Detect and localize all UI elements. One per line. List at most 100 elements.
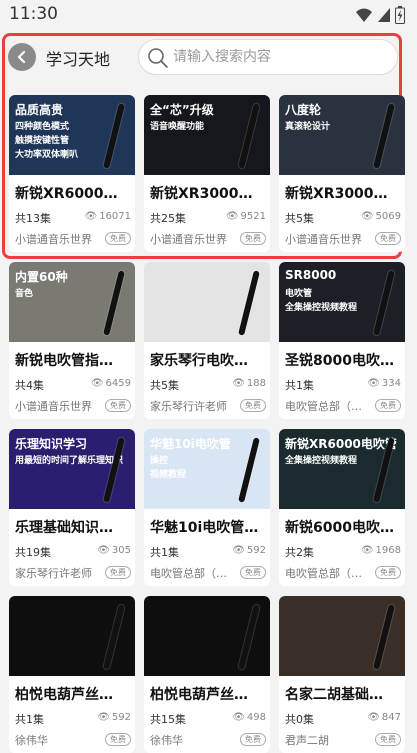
thumbnail-subtext: 电吹管 xyxy=(285,289,313,299)
view-count-value: 9521 xyxy=(240,211,266,222)
course-author: 君声二胡 xyxy=(285,734,329,747)
view-count: 👁 334 xyxy=(367,378,401,389)
course-title: 新锐电吹管指… xyxy=(15,353,113,369)
eye-icon: 👁 xyxy=(225,211,239,222)
thumbnail-headline: 新锐XR6000电吹管 xyxy=(285,437,397,451)
back-button[interactable] xyxy=(8,43,36,71)
view-count-value: 188 xyxy=(246,378,266,389)
course-card[interactable]: 品质高贵 四种颜色模式 触摸按键性管 大功率双体喇叭 新锐XR6000音… 共13集 … xyxy=(9,95,135,252)
view-count: 👁 188 xyxy=(232,378,266,389)
thumbnail-subtext: 四种颜色模式 xyxy=(15,122,70,132)
instrument-graphic xyxy=(238,437,260,503)
eye-icon: 👁 xyxy=(360,545,374,556)
view-count: 👁 16071 xyxy=(84,211,131,222)
view-count-value: 6459 xyxy=(105,378,131,389)
course-title: 圣锐8000电吹… xyxy=(285,353,394,369)
eye-icon: 👁 xyxy=(97,545,110,556)
page-title: 学习天地 xyxy=(46,50,111,69)
instrument-graphic xyxy=(373,103,395,169)
thumbnail-subtext: 真滚轮设计 xyxy=(285,122,331,132)
view-count-value: 305 xyxy=(111,545,131,556)
view-count-value: 16071 xyxy=(99,211,131,222)
instrument-graphic xyxy=(238,604,260,670)
chevron-left-icon xyxy=(17,50,26,64)
course-grid: 品质高贵 四种颜色模式 触摸按键性管 大功率双体喇叭 新锐XR6000音… 共13集 … xyxy=(9,95,407,753)
episode-count: 共1集 xyxy=(150,546,179,559)
free-badge: 免费 xyxy=(105,566,131,579)
free-badge: 免费 xyxy=(240,566,266,579)
search-input[interactable] xyxy=(173,46,383,68)
course-card[interactable]: SR8000 电吹管 全集操控视频教程 圣锐8000电吹… 共1集 👁 334 电吹管… xyxy=(279,262,405,419)
free-badge: 免费 xyxy=(240,232,266,245)
free-badge: 免费 xyxy=(105,399,131,412)
course-thumbnail: SR8000 电吹管 全集操控视频教程 xyxy=(279,262,405,342)
course-card[interactable]: 华魅10i电吹管 操控 视频教程 华魅10i电吹管… 共1集 👁 592 电吹管总部（… xyxy=(144,429,270,586)
thumbnail-subtext: 视频教程 xyxy=(150,470,187,480)
eye-icon: 👁 xyxy=(360,211,374,222)
episode-count: 共19集 xyxy=(15,546,51,559)
thumbnail-subtext: 音色 xyxy=(15,289,34,299)
course-title: 家乐琴行电吹… xyxy=(150,353,248,369)
course-title: 柏悦电葫芦丝… xyxy=(15,687,113,703)
course-author: 徐伟华 xyxy=(15,734,48,747)
view-count-value: 592 xyxy=(111,712,131,723)
free-badge: 免费 xyxy=(375,566,401,579)
status-bar: 11:30 xyxy=(0,0,417,30)
view-count-value: 498 xyxy=(246,712,266,723)
course-title: 名家二胡基础… xyxy=(285,687,383,703)
view-count: 👁 5069 xyxy=(361,211,401,222)
free-badge: 免费 xyxy=(375,733,401,746)
eye-icon: 👁 xyxy=(97,712,110,723)
course-author: 电吹管总部（… xyxy=(285,400,362,413)
instrument-graphic xyxy=(238,270,260,336)
view-count: 👁 9521 xyxy=(226,211,266,222)
view-count: 👁 498 xyxy=(232,712,266,723)
free-badge: 免费 xyxy=(105,733,131,746)
episode-count: 共1集 xyxy=(15,713,44,726)
thumbnail-headline: SR8000 xyxy=(285,268,337,282)
episode-count: 共15集 xyxy=(150,713,186,726)
thumbnail-headline: 品质高贵 xyxy=(15,103,64,117)
course-thumbnail xyxy=(9,596,135,676)
course-author: 电吹管总部（… xyxy=(150,567,227,580)
eye-icon: 👁 xyxy=(232,712,245,723)
thumbnail-subtext: 大功率双体喇叭 xyxy=(15,150,79,160)
course-title: 新锐XR3000功… xyxy=(150,186,266,202)
view-count: 👁 592 xyxy=(97,712,131,723)
episode-count: 共5集 xyxy=(285,212,314,225)
view-count-value: 592 xyxy=(246,545,266,556)
course-thumbnail: 华魅10i电吹管 操控 视频教程 xyxy=(144,429,270,509)
course-card[interactable]: 内置60种 音色 新锐电吹管指… 共4集 👁 6459 小谱通音乐世界 免费 xyxy=(9,262,135,419)
course-card[interactable]: 柏悦电葫芦丝… 共15集 👁 498 徐伟华 免费 xyxy=(144,596,270,753)
instrument-graphic xyxy=(103,103,125,169)
thumbnail-subtext: 操控 xyxy=(150,456,169,466)
course-title: 新锐6000电吹… xyxy=(285,520,394,536)
eye-icon: 👁 xyxy=(232,378,245,389)
course-author: 小谱通音乐世界 xyxy=(15,233,92,246)
episode-count: 共0集 xyxy=(285,713,314,726)
course-card[interactable]: 柏悦电葫芦丝… 共1集 👁 592 徐伟华 免费 xyxy=(9,596,135,753)
course-card[interactable]: 全“芯”升级 语音唤醒功能 新锐XR3000功… 共25集 👁 9521 小谱通音乐… xyxy=(144,95,270,252)
free-badge: 免费 xyxy=(375,399,401,412)
battery-icon xyxy=(395,6,405,24)
wifi-icon xyxy=(356,8,372,22)
course-author: 电吹管总部（… xyxy=(285,567,362,580)
course-title: 新锐XR6000音… xyxy=(15,186,131,202)
search-box[interactable] xyxy=(138,39,398,75)
course-card[interactable]: 八度轮 真滚轮设计 新锐XR3000故… 共5集 👁 5069 小谱通音乐世界 免费 xyxy=(279,95,405,252)
course-title: 华魅10i电吹管… xyxy=(150,520,259,536)
course-thumbnail: 新锐XR6000电吹管 全集操控视频教程 xyxy=(279,429,405,509)
course-card[interactable]: 新锐XR6000电吹管 全集操控视频教程 新锐6000电吹… 共2集 👁 1968 … xyxy=(279,429,405,586)
eye-icon: 👁 xyxy=(232,545,245,556)
view-count-value: 334 xyxy=(381,378,401,389)
thumbnail-headline: 内置60种 xyxy=(15,270,68,284)
course-thumbnail: 品质高贵 四种颜色模式 触摸按键性管 大功率双体喇叭 xyxy=(9,95,135,175)
view-count: 👁 305 xyxy=(97,545,131,556)
course-card[interactable]: 名家二胡基础… 共0集 👁 847 君声二胡 免费 xyxy=(279,596,405,753)
free-badge: 免费 xyxy=(105,232,131,245)
course-card[interactable]: 乐理知识学习 用最短的时间了解乐理知识 乐理基础知识… 共19集 👁 305 家乐琴… xyxy=(9,429,135,586)
course-card[interactable]: 家乐琴行电吹… 共5集 👁 188 家乐琴行许老师 免费 xyxy=(144,262,270,419)
course-author: 徐伟华 xyxy=(150,734,183,747)
instrument-graphic xyxy=(373,604,395,670)
episode-count: 共25集 xyxy=(150,212,186,225)
